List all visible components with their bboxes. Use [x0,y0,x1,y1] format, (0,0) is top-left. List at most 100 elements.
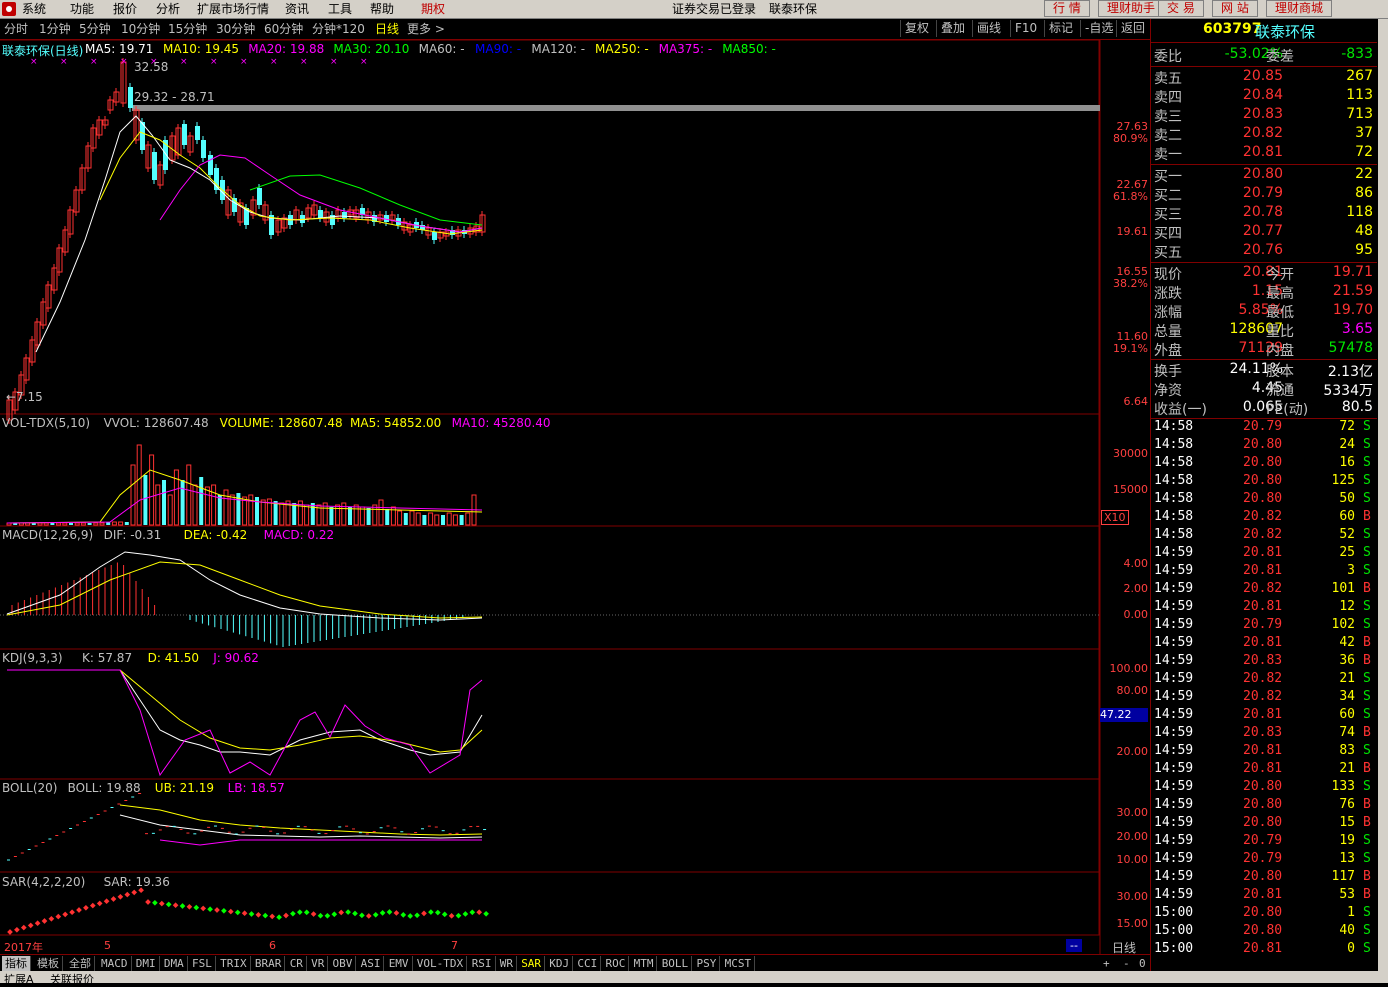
ma-marker: × [210,57,218,67]
indicator-obv[interactable]: OBV [330,956,357,971]
sar-dot [221,907,227,914]
top-button-1[interactable]: 理财助手 [1098,0,1165,17]
menu-6[interactable]: 工具 [328,0,352,18]
kdj-marker: 47.22 [1100,708,1148,722]
indicator-kdj[interactable]: KDJ [546,956,574,971]
tool-3[interactable]: F10 [1010,20,1041,37]
indicator-sar[interactable]: SAR [518,956,546,971]
volume-bar [279,502,285,526]
sar-dot [428,909,434,915]
indicator-vr[interactable]: VR [308,956,329,971]
sar-dot [303,909,310,916]
volume-bar [162,480,166,525]
indicator-boll[interactable]: BOLL [659,956,693,971]
indicator-tab[interactable]: 模板 [34,956,63,971]
sar-dot [255,911,262,918]
menu-4[interactable]: 扩展市场行情 [197,0,269,18]
sar-dot [414,912,420,919]
indicator-brar[interactable]: BRAR [252,956,286,971]
tick-row: 14:59 20.82 34 S [1154,689,1371,704]
indicator-mcst[interactable]: MCST [722,956,756,971]
window-stock-name: 联泰环保 [769,2,818,16]
period-2[interactable]: 5分钟 [79,20,111,38]
tick-row: 14:59 20.80 15 B [1154,815,1371,830]
chart-label: KDJ(9,3,3) [2,651,63,665]
period-1[interactable]: 1分钟 [39,20,71,38]
indicator-macd[interactable]: MACD [98,956,132,971]
indicator-cci[interactable]: CCI [574,956,602,971]
tool-2[interactable]: 画线 [972,20,1005,37]
indicator-asi[interactable]: ASI [358,956,385,971]
indicator-emv[interactable]: EMV [386,956,413,971]
indicator-zoom[interactable]: 0 [1136,956,1149,971]
indicator-cr[interactable]: CR [287,956,307,971]
top-button-3[interactable]: 网 站 [1212,0,1258,17]
indicator-wr[interactable]: WR [497,956,518,971]
period-8[interactable]: 日线 [375,20,399,38]
tick-row: 14:59 20.81 83 S [1154,743,1371,758]
indicator-zoom[interactable]: + [1100,956,1113,971]
period-7[interactable]: 分钟*120 [312,20,365,38]
menu-3[interactable]: 分析 [156,0,180,18]
top-button-4[interactable]: 理财商城 [1266,0,1333,17]
ma5-line [35,115,483,353]
indicator-tab[interactable]: 全部 [66,956,95,971]
tool-5[interactable]: -自选 [1080,20,1117,37]
volume-bar [441,515,445,525]
main-axis-pct: 38.2% [1113,277,1148,290]
sar-dot [241,910,248,917]
right-scroll-strip[interactable] [1378,19,1388,983]
indicator-zoom[interactable]: - [1120,956,1133,971]
chart-area[interactable]: × × × × × × × × × × × × [0,40,1150,954]
volume-bar [50,523,55,525]
sar-dot [345,909,351,915]
sar-dot [55,913,62,920]
menu-5[interactable]: 资讯 [285,0,309,18]
tool-1[interactable]: 叠加 [936,20,969,37]
menu-1[interactable]: 功能 [70,0,94,18]
sar-dot [48,915,55,922]
tick-row: 14:59 20.82 101 B [1154,581,1371,596]
indicator-vol-tdx[interactable]: VOL-TDX [414,956,468,971]
menu-7[interactable]: 帮助 [370,0,394,18]
period-4[interactable]: 15分钟 [168,20,207,38]
period-3[interactable]: 10分钟 [121,20,160,38]
top-button-0[interactable]: 行 情 [1044,0,1090,17]
menu-2[interactable]: 报价 [113,0,137,18]
sar-dot [421,910,427,917]
volume-bar [304,504,310,526]
period-0[interactable]: 分时 [4,20,28,38]
buy-row: 买三 20.78 118 [1154,204,1373,223]
menu-0[interactable]: 系统 [22,0,46,18]
tool-0[interactable]: 复权 [900,20,933,37]
buy-row: 买四 20.77 48 [1154,223,1373,242]
indicator-psy[interactable]: PSY [694,956,721,971]
indicator-roc[interactable]: ROC [603,956,630,971]
stat-row: 涨跌 1.15 最高 21.59 [1154,283,1373,302]
indicator-fsl[interactable]: FSL [189,956,216,971]
top-button-2[interactable]: 交 易 [1158,0,1204,17]
chart-label: VOL-TDX(5,10) [2,416,91,430]
chart-label: MA850: - [722,42,776,56]
indicator-trix[interactable]: TRIX [217,956,251,971]
volume-bar [118,521,124,526]
indicator-dmi[interactable]: DMI [133,956,160,971]
menu-8[interactable]: 期权 [421,0,445,18]
indicator-dma[interactable]: DMA [161,956,188,971]
indicator-tab[interactable]: 指标 [2,956,31,971]
ma-marker: × [330,57,338,67]
indicator-rsi[interactable]: RSI [469,956,496,971]
chart-label: MA10: 19.45 [163,42,240,56]
boll-lb-line [159,839,482,846]
sar-dot [76,907,82,913]
indicator-mtm[interactable]: MTM [631,956,658,971]
tool-6[interactable]: 返回 [1116,20,1149,37]
date-month: 6 [269,939,276,952]
stat2-row: 换手 24.11% 股本 2.13亿 [1154,361,1373,380]
tick-row: 14:59 20.81 3 S [1154,563,1371,578]
buy-row: 买一 20.80 22 [1154,166,1373,185]
period-9[interactable]: 更多 > [407,20,445,38]
period-6[interactable]: 60分钟 [264,20,303,38]
tool-4[interactable]: 标记 [1044,20,1077,37]
period-5[interactable]: 30分钟 [216,20,255,38]
